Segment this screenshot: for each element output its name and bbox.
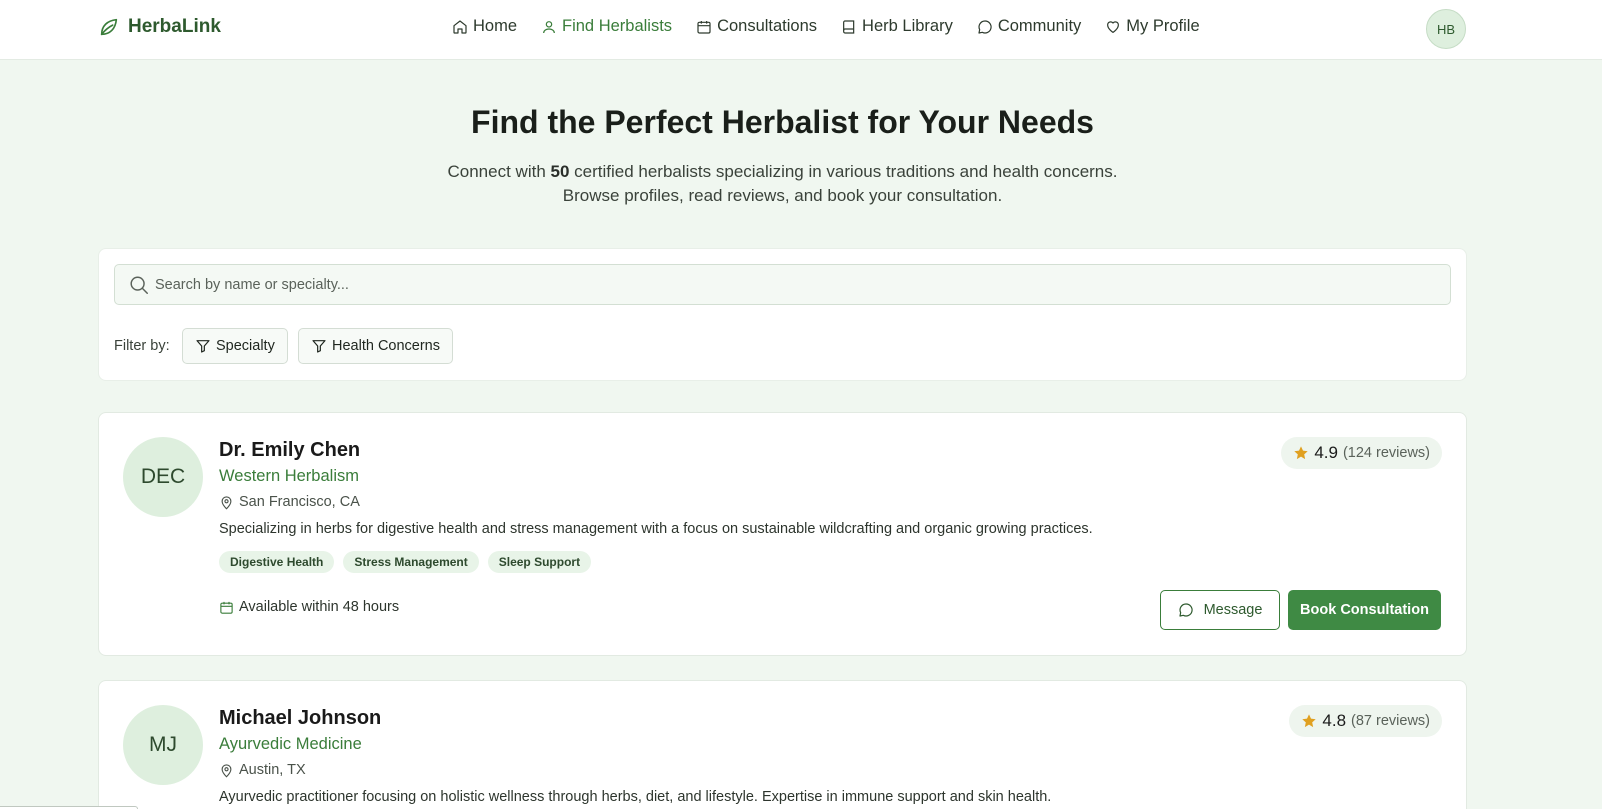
star-icon <box>1294 446 1308 460</box>
search-input[interactable] <box>155 273 1435 297</box>
herbalist-specialty: Western Herbalism <box>219 467 359 485</box>
review-count: (124 reviews) <box>1342 445 1430 461</box>
search-box <box>114 264 1451 305</box>
chat-bubble-icon <box>978 19 992 34</box>
herbalist-description: Specializing in herbs for digestive heal… <box>219 521 1093 537</box>
main-nav: Home Find Herbalists Consultations Herb … <box>452 17 1224 36</box>
filter-label: Filter by: <box>114 338 170 354</box>
rating-badge: 4.9 (124 reviews) <box>1281 437 1442 469</box>
herbalist-name[interactable]: Dr. Emily Chen <box>219 439 360 462</box>
nav-label: My Profile <box>1126 17 1200 35</box>
message-button[interactable]: Message <box>1160 590 1280 630</box>
herbalist-avatar[interactable]: MJ <box>123 705 203 785</box>
herbalist-avatar[interactable]: DEC <box>123 437 203 517</box>
herbalist-description: Ayurvedic practitioner focusing on holis… <box>219 789 1052 805</box>
page-subtitle: Connect with 50 certified herbalists spe… <box>420 160 1145 208</box>
search-filter-panel: Filter by: Specialty Health Concerns <box>98 248 1467 381</box>
star-icon <box>1302 714 1317 728</box>
nav-label: Consultations <box>717 17 818 35</box>
book-consultation-button[interactable]: Book Consultation <box>1288 590 1441 630</box>
book-icon <box>843 19 855 34</box>
herbalist-location: San Francisco, CA <box>219 494 360 510</box>
specialty-filter-button[interactable]: Specialty <box>182 328 288 364</box>
location-text: San Francisco, CA <box>239 494 360 510</box>
rating-value: 4.9 <box>1314 443 1338 462</box>
nav-item-find-herbalists[interactable]: Find Herbalists <box>541 17 672 36</box>
tag: Sleep Support <box>487 551 592 573</box>
heart-icon <box>1107 20 1120 33</box>
health-concerns-filter-button[interactable]: Health Concerns <box>298 328 453 364</box>
herbalist-card: MJ Michael Johnson Ayurvedic Medicine Au… <box>98 680 1467 809</box>
subtitle-post: certified herbalists specializing in var… <box>562 162 1118 205</box>
tag: Digestive Health <box>219 551 335 573</box>
calendar-icon <box>220 601 233 614</box>
filter-icon <box>196 340 210 353</box>
nav-item-consultations[interactable]: Consultations <box>696 17 817 36</box>
brand-name: HerbaLink <box>128 16 221 37</box>
nav-item-my-profile[interactable]: My Profile <box>1105 17 1200 36</box>
tag: Stress Management <box>343 551 479 573</box>
location-text: Austin, TX <box>239 762 306 778</box>
rating-value: 4.8 <box>1322 711 1347 730</box>
nav-label: Community <box>997 17 1082 35</box>
home-icon <box>453 19 467 34</box>
availability-text: Available within 48 hours <box>239 599 400 615</box>
nav-label: Find Herbalists <box>562 17 673 35</box>
review-count: (87 reviews) <box>1351 713 1430 729</box>
chat-bubble-icon <box>1178 603 1193 617</box>
filter-icon <box>312 340 326 353</box>
user-avatar[interactable]: HB <box>1426 9 1466 49</box>
nav-label: Home <box>473 17 518 35</box>
calendar-icon <box>697 20 711 34</box>
page-title: Find the Perfect Herbalist for Your Need… <box>471 104 1094 140</box>
nav-item-herb-library[interactable]: Herb Library <box>841 17 953 36</box>
herbalist-location: Austin, TX <box>219 762 306 778</box>
rating-badge: 4.8 (87 reviews) <box>1289 705 1442 737</box>
top-navigation-bar: HerbaLink Home Find Herbalists Consultat… <box>0 0 1602 60</box>
brand-logo[interactable]: HerbaLink <box>98 16 221 38</box>
filter-button-label: Specialty <box>216 338 275 354</box>
herbalist-name[interactable]: Michael Johnson <box>219 707 381 730</box>
user-icon <box>543 20 555 33</box>
availability: Available within 48 hours <box>219 599 399 615</box>
search-icon <box>130 276 148 294</box>
nav-item-community[interactable]: Community <box>977 17 1081 36</box>
subtitle-pre: Connect with <box>447 162 551 181</box>
herbalist-card: DEC Dr. Emily Chen Western Herbalism San… <box>98 412 1467 656</box>
map-pin-icon <box>221 763 232 778</box>
leaf-icon <box>100 18 118 36</box>
specialty-tags: Digestive Health Stress Management Sleep… <box>219 551 592 573</box>
nav-item-home[interactable]: Home <box>452 17 517 36</box>
herbalist-count: 50 <box>550 162 570 181</box>
nav-label: Herb Library <box>862 17 953 35</box>
map-pin-icon <box>221 495 232 510</box>
filter-button-label: Health Concerns <box>332 338 440 354</box>
message-button-label: Message <box>1203 602 1263 618</box>
herbalist-specialty: Ayurvedic Medicine <box>219 735 362 753</box>
